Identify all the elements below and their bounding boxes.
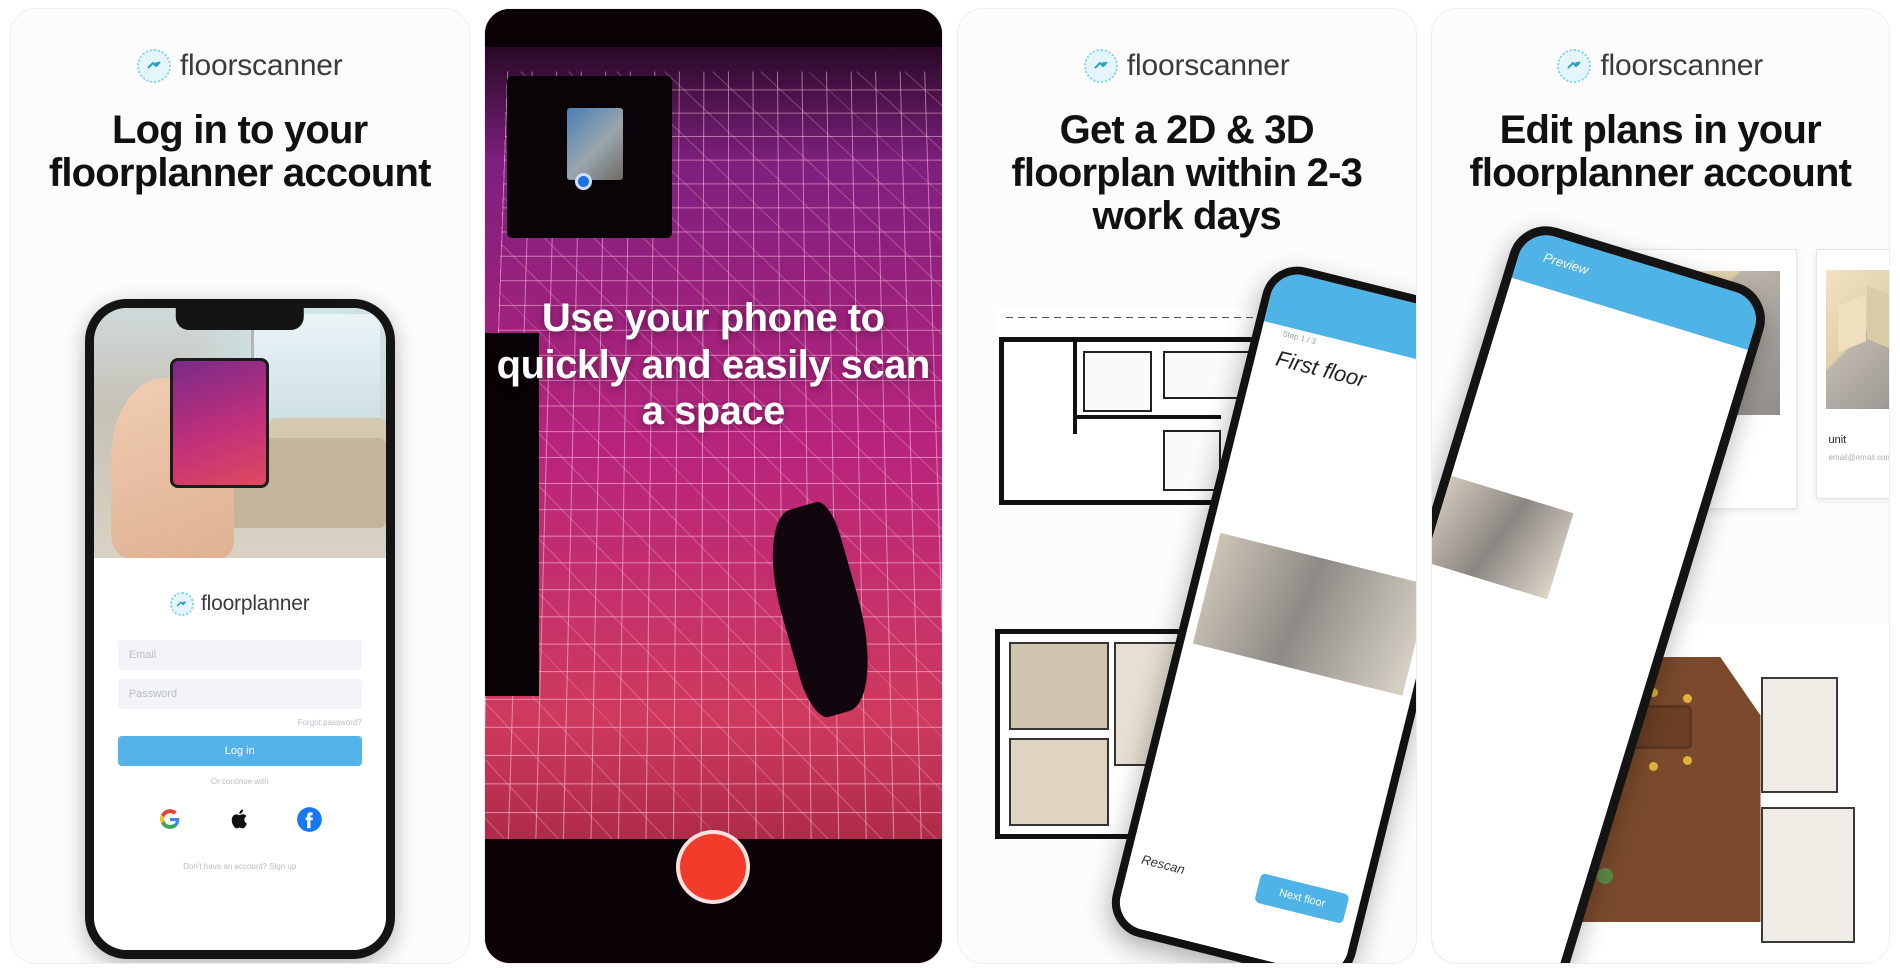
floorscanner-logo-icon (1083, 49, 1118, 83)
page-title: Log in to your floorplanner account (48, 108, 432, 196)
plan-room (1760, 677, 1838, 793)
floor-title: First floor (1273, 345, 1369, 393)
google-icon[interactable] (153, 802, 187, 836)
iso-block (1867, 286, 1890, 351)
next-floor-button[interactable]: Next floor (1254, 873, 1350, 925)
page-title: Get a 2D & 3D floorplan within 2-3 work … (1011, 108, 1363, 239)
screenshot-card-scan: Use your phone to quickly and easily sca… (483, 8, 943, 964)
signup-link[interactable]: Don't have an account? Sign up (118, 862, 362, 871)
floorplanner-name: floorplanner (200, 592, 310, 615)
login-screen: floorplanner Email Password Forgot passw… (93, 308, 386, 950)
app-store-screenshot-gallery: floorscanner Log in to your floorplanner… (0, 0, 1900, 972)
screenshot-card-login: floorscanner Log in to your floorplanner… (10, 8, 470, 964)
forgot-password-link[interactable]: Forgot password? (118, 718, 362, 727)
iso-block (1837, 294, 1866, 354)
plan-room (1083, 351, 1153, 412)
or-continue-label: Or continue with (210, 777, 269, 786)
floorscanner-logo-icon (136, 49, 171, 83)
dimension-line (1005, 317, 1267, 318)
login-button[interactable]: Log in (117, 736, 362, 766)
project-card[interactable]: unit email@email.com (1815, 249, 1890, 499)
screenshot-card-floorplan: floorscanner Get a 2D & 3D floorplan wit… (957, 8, 1417, 964)
scan-preview-photo (1192, 532, 1416, 696)
scan-caption: Use your phone to quickly and easily sca… (496, 296, 931, 433)
project-title: unit (1828, 434, 1847, 446)
apple-icon[interactable] (223, 802, 257, 836)
floorplanner-brand: floorplanner (118, 592, 362, 616)
brand-header: floorscanner (11, 9, 469, 83)
chair-icon (1683, 755, 1693, 765)
plant-icon (1597, 867, 1614, 884)
brand-name: floorscanner (179, 49, 343, 82)
scan-preview-photo (1431, 475, 1575, 600)
email-field[interactable]: Email (117, 640, 362, 670)
plan-room-filled (1008, 738, 1109, 826)
phone-notch (175, 308, 304, 330)
plan-room (1760, 806, 1856, 943)
hero-photo (93, 308, 386, 558)
mesh-top-shadow (484, 9, 942, 48)
minimap-thumbnail (566, 108, 623, 180)
plan-room (1162, 430, 1222, 491)
social-login-row (118, 802, 362, 836)
brand-name: floorscanner (1600, 49, 1764, 82)
plan-room-filled (1008, 642, 1109, 730)
brand-name: floorscanner (1126, 49, 1290, 82)
minimap-preview[interactable] (507, 75, 673, 238)
floorplanner-logo-icon (169, 592, 194, 616)
floorscanner-logo-icon (1557, 49, 1592, 83)
page-title: Edit plans in your floorplanner account (1469, 108, 1852, 196)
password-field[interactable]: Password (117, 679, 362, 709)
rescan-button[interactable]: Rescan (1140, 851, 1186, 876)
facebook-icon[interactable] (292, 802, 326, 836)
phone-mockup-scan: Use your phone to quickly and easily sca… (484, 9, 943, 963)
position-dot-icon (574, 173, 592, 191)
record-button[interactable] (676, 829, 751, 904)
hero-phone-in-hand (169, 358, 269, 488)
screenshot-card-edit: floorscanner Edit plans in your floorpla… (1430, 8, 1890, 964)
project-email: email@email.com (1828, 453, 1890, 462)
action-row: Rescan Next floor (1138, 844, 1350, 925)
login-form: floorplanner Email Password Forgot passw… (93, 558, 386, 950)
brand-header: floorscanner (958, 9, 1416, 83)
brand-header: floorscanner (1432, 9, 1890, 83)
phone-mockup-login: floorplanner Email Password Forgot passw… (84, 299, 395, 959)
project-3d-thumbnail (1826, 269, 1890, 409)
